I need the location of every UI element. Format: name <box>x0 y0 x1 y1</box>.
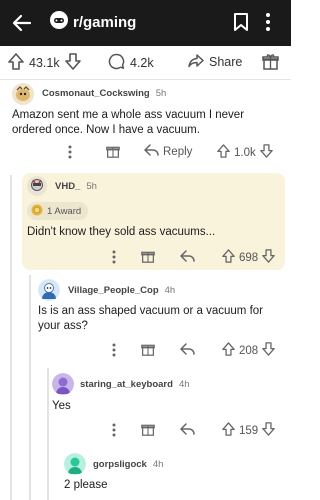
more-options-icon[interactable] <box>112 423 116 437</box>
post-comment-count: 4.2k <box>130 56 154 70</box>
comment-vote: 208 <box>222 342 276 359</box>
award-post-button[interactable] <box>262 53 279 73</box>
upvote-icon[interactable] <box>217 144 230 161</box>
comment-score: 698 <box>239 251 259 264</box>
subreddit-name: r/gaming <box>73 14 137 31</box>
more-options-icon[interactable] <box>112 250 116 264</box>
more-options-icon[interactable] <box>68 145 72 159</box>
share-label: Share <box>209 55 243 69</box>
comment-age: 5h <box>155 88 167 99</box>
comment-actions: 698 <box>0 248 291 266</box>
subreddit-header[interactable]: r/gaming <box>50 11 136 34</box>
award-label: 1 Award <box>47 205 82 217</box>
username[interactable]: VHD_ <box>55 181 80 192</box>
downvote-icon[interactable] <box>64 53 81 73</box>
gift-icon[interactable] <box>106 144 120 158</box>
comment-body: Didn't know they sold ass vacuums... <box>27 226 216 238</box>
post-action-bar: 43.1k 4.2k Share <box>0 46 291 79</box>
reply-icon <box>144 144 159 159</box>
award-icon <box>31 204 43 219</box>
username[interactable]: staring_at_keyboard <box>80 379 173 390</box>
reply-label: Reply <box>163 145 193 158</box>
post-vote: 43.1k <box>8 53 81 73</box>
thread-line <box>10 175 12 500</box>
gift-icon[interactable] <box>141 249 155 263</box>
downvote-icon[interactable] <box>262 342 276 359</box>
comment-age: 4h <box>152 459 164 470</box>
reply-icon[interactable] <box>180 343 195 355</box>
award-badge[interactable]: 1 Award <box>27 202 89 220</box>
avatar[interactable] <box>64 453 86 475</box>
subreddit-icon <box>50 11 68 34</box>
username[interactable]: Village_People_Cop <box>68 285 159 296</box>
comment-body: Is is an ass shaped vacuum or a vacuum f… <box>38 305 263 332</box>
comment-header: gorpsligock 4h <box>93 459 163 470</box>
comment-score: 208 <box>239 344 259 357</box>
avatar[interactable] <box>12 83 34 105</box>
comment-vote: 1.0k <box>217 144 273 161</box>
post-vote-count: 43.1k <box>29 56 60 70</box>
thread-line <box>29 275 31 500</box>
comment-header: Village_People_Cop 4h <box>68 285 175 296</box>
reply-icon[interactable] <box>180 250 195 262</box>
upvote-icon[interactable] <box>222 422 235 439</box>
gift-icon[interactable] <box>141 342 155 356</box>
comment-body: 2 please <box>64 479 108 491</box>
avatar[interactable] <box>27 176 47 196</box>
comment-actions: Reply 1.0k <box>0 143 291 163</box>
gift-icon <box>262 53 279 73</box>
reply-icon[interactable] <box>180 423 195 435</box>
avatar[interactable] <box>38 279 60 301</box>
comment-age: 4h <box>164 285 176 296</box>
back-arrow-icon[interactable] <box>10 11 34 35</box>
top-bar: r/gaming <box>0 0 291 46</box>
share-button[interactable]: Share <box>188 53 242 71</box>
comment-icon <box>108 53 125 73</box>
downvote-icon[interactable] <box>262 422 276 439</box>
reply-button[interactable]: Reply <box>144 144 192 159</box>
comment-age: 5h <box>86 181 97 192</box>
comment-actions: 159 <box>0 421 291 439</box>
gift-icon[interactable] <box>141 422 155 436</box>
comment-age: 4h <box>178 379 190 390</box>
divider <box>0 79 291 80</box>
comment-header: VHD_ 5h <box>55 181 97 192</box>
post-comments[interactable]: 4.2k <box>108 53 154 73</box>
comment-body: Amazon sent me a whole ass vacuum I neve… <box>12 109 245 136</box>
username[interactable]: Cosmonaut_Cockswing <box>42 88 150 99</box>
downvote-icon[interactable] <box>259 144 273 161</box>
share-icon <box>188 53 204 71</box>
comment-vote: 159 <box>222 422 276 439</box>
avatar[interactable] <box>52 373 74 395</box>
bookmark-icon[interactable] <box>233 12 249 37</box>
comment-score: 159 <box>239 424 259 437</box>
username[interactable]: gorpsligock <box>93 459 147 470</box>
more-options-icon[interactable] <box>112 343 116 357</box>
comment-vote: 698 <box>222 249 276 266</box>
more-options-icon[interactable] <box>265 12 271 37</box>
comment-score: 1.0k <box>234 146 256 159</box>
upvote-icon[interactable] <box>8 53 24 73</box>
upvote-icon[interactable] <box>222 342 235 359</box>
comment-header: staring_at_keyboard 4h <box>80 379 190 390</box>
downvote-icon[interactable] <box>262 249 276 266</box>
comment-header: Cosmonaut_Cockswing 5h <box>42 88 166 99</box>
comment-body: Yes <box>52 400 71 412</box>
comment-actions: 208 <box>0 341 291 359</box>
upvote-icon[interactable] <box>222 249 235 266</box>
